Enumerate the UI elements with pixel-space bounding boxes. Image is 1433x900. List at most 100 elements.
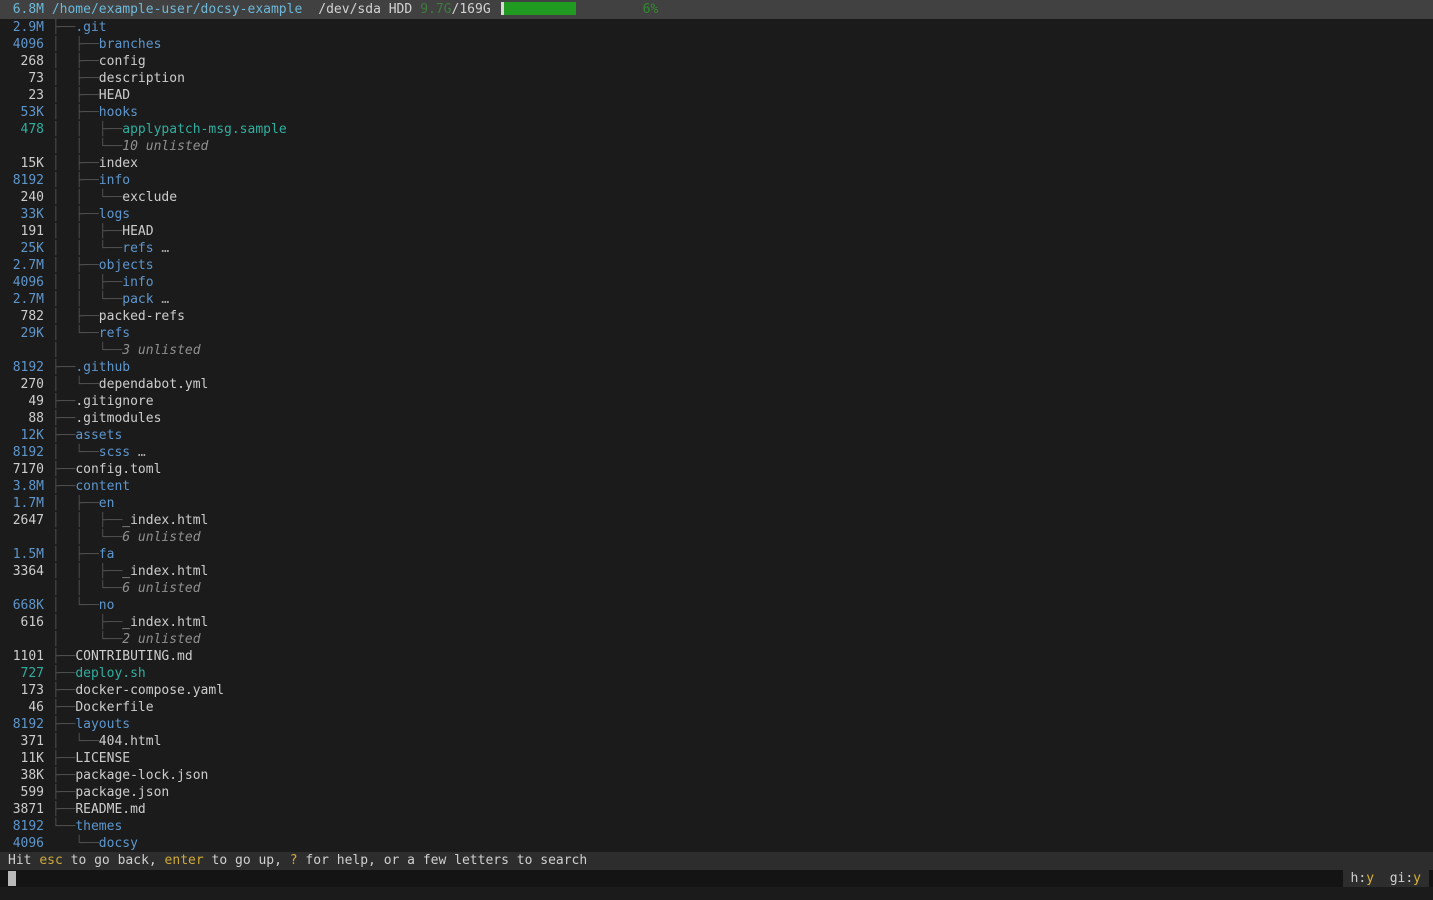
tree-row[interactable]: 29K │ └──refs <box>0 325 1433 342</box>
file-size: 616 <box>12 614 44 631</box>
file-name: package.json <box>75 785 169 800</box>
file-size: 240 <box>12 189 44 206</box>
tree-row[interactable]: 23 │ ├──HEAD <box>0 87 1433 104</box>
file-size: 371 <box>12 733 44 750</box>
tree-row[interactable]: 599 ├──package.json <box>0 784 1433 801</box>
tree-row[interactable]: 2.9M ├──.git <box>0 19 1433 36</box>
tree-row[interactable]: 2.7M │ ├──objects <box>0 257 1433 274</box>
tree-branch-lines: ├── <box>52 717 75 732</box>
tree-row[interactable]: 8192 │ ├──info <box>0 172 1433 189</box>
file-size: 599 <box>12 784 44 801</box>
tree-row[interactable]: 7170 ├──config.toml <box>0 461 1433 478</box>
flag-value[interactable]: y <box>1413 871 1421 886</box>
tree-row[interactable]: 49 ├──.gitignore <box>0 393 1433 410</box>
tree-row[interactable]: 782 │ ├──packed-refs <box>0 308 1433 325</box>
tree-row[interactable]: 268 │ ├──config <box>0 53 1433 70</box>
file-name: layouts <box>75 717 130 732</box>
disk-usage-bar <box>501 2 631 15</box>
file-size: 782 <box>12 308 44 325</box>
tree-branch-lines: │ │ └── <box>52 581 122 596</box>
tree-row[interactable]: 3871 ├──README.md <box>0 801 1433 818</box>
bar-fill <box>504 2 576 15</box>
tree-branch-lines: ├── <box>52 428 75 443</box>
tree-row[interactable]: 371 │ └──404.html <box>0 733 1433 750</box>
tree-branch-lines: │ ├── <box>52 207 99 222</box>
flag-value[interactable]: y <box>1366 871 1374 886</box>
file-name: assets <box>75 428 122 443</box>
file-size: 173 <box>12 682 44 699</box>
tree-row[interactable]: 240 │ │ └──exclude <box>0 189 1433 206</box>
tree-row[interactable]: 478 │ │ ├──applypatch-msg.sample <box>0 121 1433 138</box>
tree-row[interactable]: 1.7M │ ├──en <box>0 495 1433 512</box>
tree-row[interactable]: 46 ├──Dockerfile <box>0 699 1433 716</box>
tree-branch-lines: │ └── <box>52 377 99 392</box>
file-name: .git <box>75 20 106 35</box>
tree-branch-lines: │ ├── <box>52 309 99 324</box>
tree-branch-lines: ├── <box>52 700 75 715</box>
file-size: 38K <box>12 767 44 784</box>
tree-row[interactable]: 73 │ ├──description <box>0 70 1433 87</box>
file-name: _index.html <box>122 564 208 579</box>
tree-branch-lines: │ ├── <box>52 496 99 511</box>
file-name: _index.html <box>122 615 208 630</box>
tree-row[interactable]: 33K │ ├──logs <box>0 206 1433 223</box>
file-size: 12K <box>12 427 44 444</box>
file-name: en <box>99 496 115 511</box>
tree-branch-lines: │ └── <box>52 326 99 341</box>
tree-row[interactable]: 173 ├──docker-compose.yaml <box>0 682 1433 699</box>
file-size: 4096 <box>12 36 44 53</box>
tree-row[interactable]: 3364 │ │ ├──_index.html <box>0 563 1433 580</box>
tree-branch-lines: ├── <box>52 785 75 800</box>
tree-row[interactable]: 727 ├──deploy.sh <box>0 665 1433 682</box>
hint-text: for help, or a few letters to search <box>298 853 588 868</box>
breadcrumb-path[interactable]: /home/example-user/docsy-example <box>52 2 302 17</box>
tree-row[interactable]: 3.8M ├──content <box>0 478 1433 495</box>
tree-row[interactable]: 8192 ├──layouts <box>0 716 1433 733</box>
file-name: dependabot.yml <box>99 377 209 392</box>
tree-row[interactable]: 88 ├──.gitmodules <box>0 410 1433 427</box>
tree-row[interactable]: 8192 │ └──scss … <box>0 444 1433 461</box>
file-name: docsy <box>99 836 138 851</box>
tree-branch-lines: │ └── <box>52 343 122 358</box>
file-name: LICENSE <box>75 751 130 766</box>
file-name: description <box>99 71 185 86</box>
tree-row[interactable]: 668K │ └──no <box>0 597 1433 614</box>
tree-row[interactable]: 4096 └──docsy <box>0 835 1433 852</box>
file-name: pack <box>122 292 153 307</box>
tree-row[interactable]: 2647 │ │ ├──_index.html <box>0 512 1433 529</box>
tree-row[interactable]: 15K │ ├──index <box>0 155 1433 172</box>
file-size: 1.5M <box>12 546 44 563</box>
tree-branch-lines: │ ├── <box>52 547 99 562</box>
tree-row[interactable]: 616 │ ├──_index.html <box>0 614 1433 631</box>
truncation-ellipsis: … <box>154 241 170 256</box>
file-size: 3871 <box>12 801 44 818</box>
tree-branch-lines: │ │ └── <box>52 241 122 256</box>
tree-row[interactable]: 8192 ├──.github <box>0 359 1433 376</box>
tree-row[interactable]: 4096 │ ├──branches <box>0 36 1433 53</box>
tree-row[interactable]: 270 │ └──dependabot.yml <box>0 376 1433 393</box>
tree-row[interactable]: 191 │ │ ├──HEAD <box>0 223 1433 240</box>
tree-branch-lines: │ │ └── <box>52 190 122 205</box>
tree-row[interactable]: 38K ├──package-lock.json <box>0 767 1433 784</box>
total-size: 6.8M <box>12 0 44 19</box>
tree-branch-lines: │ │ └── <box>52 292 122 307</box>
tree-row[interactable]: 8192 └──themes <box>0 818 1433 835</box>
tree-row[interactable]: 2.7M │ │ └──pack … <box>0 291 1433 308</box>
file-size: 73 <box>12 70 44 87</box>
tree-row[interactable]: 53K │ ├──hooks <box>0 104 1433 121</box>
tree-branch-lines: │ ├── <box>52 37 99 52</box>
unlisted-count: 6 unlisted <box>122 530 200 545</box>
tree-row: │ │ └──10 unlisted <box>0 138 1433 155</box>
tree-row[interactable]: 4096 │ │ ├──info <box>0 274 1433 291</box>
tree-branch-lines: │ │ ├── <box>52 275 122 290</box>
file-size: 1.7M <box>12 495 44 512</box>
tree-row[interactable]: 12K ├──assets <box>0 427 1433 444</box>
tree-row[interactable]: 1.5M │ ├──fa <box>0 546 1433 563</box>
tree-row[interactable]: 25K │ │ └──refs … <box>0 240 1433 257</box>
tree-row[interactable]: 11K ├──LICENSE <box>0 750 1433 767</box>
search-input-line[interactable]: h:y gi:y <box>0 870 1433 887</box>
tree-row[interactable]: 1101 ├──CONTRIBUTING.md <box>0 648 1433 665</box>
file-name: .gitmodules <box>75 411 161 426</box>
file-size: 15K <box>12 155 44 172</box>
hint-text: to go up, <box>204 853 290 868</box>
